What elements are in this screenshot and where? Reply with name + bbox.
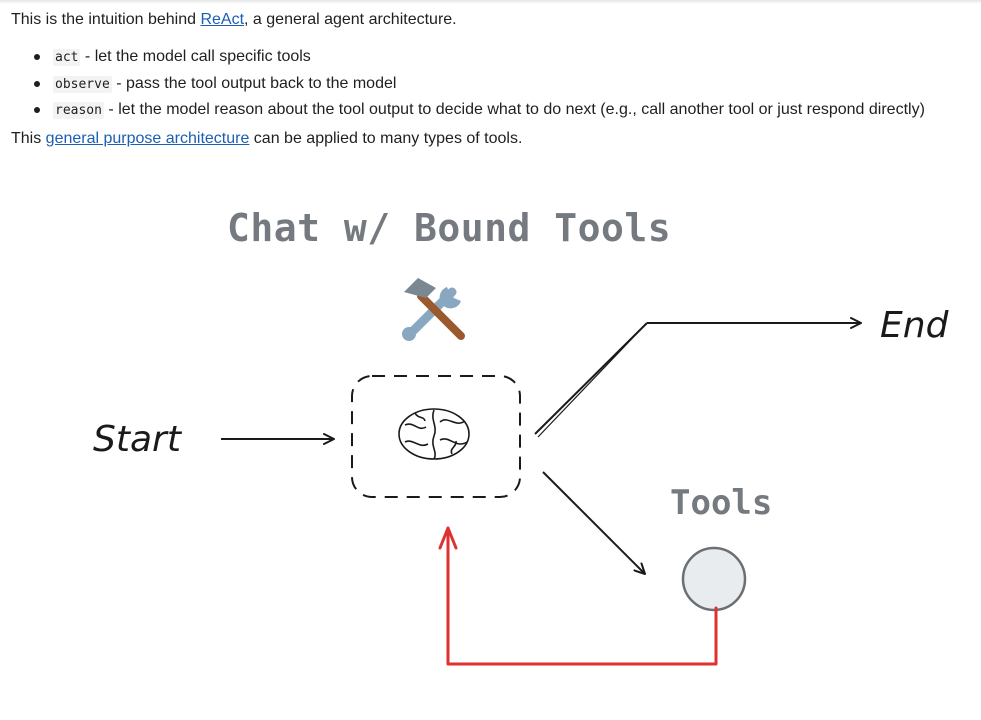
react-agent-diagram: Chat w/ Bound Tools Start End Tools [93, 206, 950, 666]
list-item-observe: observe - pass the tool output back to t… [34, 71, 925, 98]
intro-prefix: This is the intuition behind [11, 11, 201, 28]
list-item-text: - let the model call specific tools [80, 48, 311, 65]
outro-prefix: This [11, 130, 46, 147]
end-edge [534, 317, 862, 438]
loop-back-arrow [438, 526, 718, 666]
code-act: act [53, 49, 81, 66]
tools-node [681, 546, 747, 612]
list-item-text: - pass the tool output back to the model [111, 74, 397, 92]
tools-label: Tools [670, 483, 772, 523]
list-item-reason: reason - let the model reason about the … [34, 97, 925, 124]
code-observe: observe [53, 75, 112, 93]
react-link[interactable]: ReAct [200, 11, 244, 28]
intro-suffix: , a general agent architecture. [244, 11, 457, 28]
intro-paragraph: This is the intuition behind ReAct, a ge… [11, 10, 457, 30]
brain-icon [398, 408, 470, 460]
list-item-act: act - let the model call specific tools [34, 44, 925, 71]
general-purpose-architecture-link[interactable]: general purpose architecture [46, 130, 250, 147]
list-item-text: - let the model reason about the tool ou… [103, 101, 925, 118]
tools-edge [542, 471, 646, 575]
start-label: Start [93, 419, 183, 460]
top-shadow [0, 0, 981, 4]
code-reason: reason [53, 102, 104, 119]
action-list: act - let the model call specific tools … [0, 44, 925, 124]
outro-suffix: can be applied to many types of tools. [249, 130, 523, 147]
hammer-and-wrench-icon [402, 278, 465, 341]
outro-paragraph: This general purpose architecture can be… [11, 129, 522, 149]
end-label: End [880, 305, 950, 346]
diagram-title: Chat w/ Bound Tools [227, 206, 671, 250]
